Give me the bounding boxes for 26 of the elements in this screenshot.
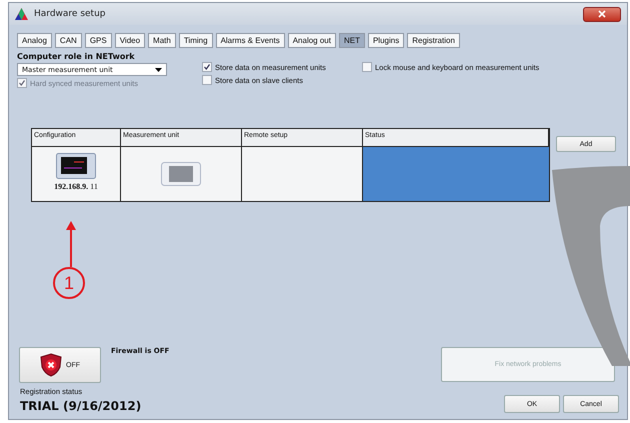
close-button[interactable] [583,6,621,22]
tab[interactable]: Plugins [368,33,404,48]
tab[interactable]: Math [148,33,176,48]
tab[interactable]: NET [338,33,365,48]
monitor-icon [56,153,96,179]
registration-status: TRIAL (9/16/2012) [20,399,142,413]
annotation-arrow [66,221,76,267]
device-icon [161,162,201,186]
tab[interactable]: Analog [17,33,52,48]
dropdown-caret-icon [155,68,162,72]
shield-icon [40,353,62,377]
tab[interactable]: CAN [54,33,82,48]
ip-address: 192.168.9. 11 [54,182,98,191]
tab[interactable]: Analog out [288,33,336,48]
checkmark-icon [18,79,26,87]
annotation-number: 1 [53,267,85,299]
tab[interactable]: Video [114,33,146,48]
section-label: Computer role in NETwork [17,52,136,61]
triangle-logo-icon [15,8,28,20]
tab[interactable]: GPS [84,33,112,48]
close-icon [598,10,606,18]
tab[interactable]: Alarms & Events [216,33,285,48]
tab[interactable]: Timing [178,33,213,48]
tab[interactable]: Registration [407,33,460,48]
window-title: Hardware setup [34,9,106,19]
checkmark-icon [203,63,211,71]
